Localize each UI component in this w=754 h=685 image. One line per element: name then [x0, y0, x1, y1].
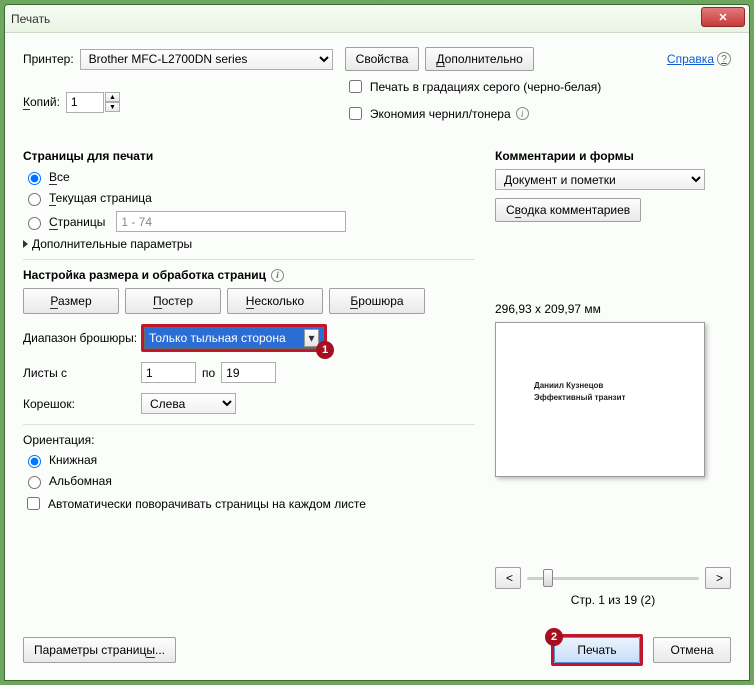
copies-up[interactable]: ▲	[105, 92, 120, 102]
zoom-slider[interactable]	[527, 567, 699, 589]
chevron-right-icon	[23, 240, 28, 248]
print-preview: Даниил Кузнецов Эффективный транзит	[495, 322, 705, 477]
sheets-to-input[interactable]	[221, 362, 276, 383]
window-title: Печать	[11, 12, 50, 26]
help-link[interactable]: Справка ?	[667, 52, 731, 66]
pages-range-radio[interactable]	[28, 217, 41, 230]
preview-text-2: Эффективный транзит	[534, 393, 626, 402]
preview-next-button[interactable]: >	[705, 567, 731, 589]
copies-down[interactable]: ▼	[105, 102, 120, 112]
cancel-button[interactable]: Отмена	[653, 637, 731, 663]
tab-poster[interactable]: Постер	[125, 288, 221, 314]
slider-thumb[interactable]	[543, 569, 553, 587]
more-params-label: Дополнительные параметры	[32, 237, 192, 251]
info-icon: i	[516, 107, 529, 120]
tab-multi[interactable]: Несколько	[227, 288, 323, 314]
tab-size[interactable]: Размер	[23, 288, 119, 314]
pages-title: Страницы для печати	[23, 149, 475, 163]
printer-select[interactable]: Brother MFC-L2700DN series	[80, 49, 333, 70]
close-button[interactable]: ✕	[701, 7, 745, 27]
landscape-label: Альбомная	[49, 474, 112, 488]
print-button[interactable]: Печать	[554, 637, 640, 663]
preview-prev-button[interactable]: <	[495, 567, 521, 589]
spine-select[interactable]: Слева	[141, 393, 236, 414]
tab-booklet[interactable]: Брошюра	[329, 288, 425, 314]
grayscale-label: Печать в градациях серого (черно-белая)	[370, 80, 601, 94]
comments-title: Комментарии и формы	[495, 149, 731, 163]
annotation-badge-1: 1	[316, 341, 334, 359]
copies-label: Копий:	[23, 95, 60, 109]
info-icon: i	[271, 269, 284, 282]
pages-all-radio[interactable]	[28, 172, 41, 185]
pages-current-label: Текущая страница	[49, 191, 152, 205]
preview-text-1: Даниил Кузнецов	[534, 381, 603, 390]
sheets-label: Листы с	[23, 366, 141, 380]
comments-summary-button[interactable]: Сводка комментариев	[495, 198, 641, 222]
help-icon: ?	[717, 52, 731, 66]
autorotate-checkbox[interactable]	[27, 497, 40, 510]
sheets-to-label: по	[202, 366, 215, 380]
grayscale-checkbox[interactable]	[349, 80, 362, 93]
annotation-badge-2: 2	[545, 628, 563, 646]
pages-range-label: Страницы	[49, 215, 105, 229]
comments-select[interactable]: Документ и пометки	[495, 169, 705, 190]
titlebar: Печать ✕	[5, 5, 749, 33]
autorotate-label: Автоматически поворачивать страницы на к…	[48, 497, 366, 511]
printer-label: Принтер:	[23, 52, 74, 66]
ink-checkbox[interactable]	[349, 107, 362, 120]
page-indicator: Стр. 1 из 19 (2)	[495, 593, 731, 607]
sheets-from-input[interactable]	[141, 362, 196, 383]
pages-current-radio[interactable]	[28, 193, 41, 206]
pages-range-input[interactable]	[116, 211, 346, 232]
pages-all-label: Все	[49, 170, 70, 184]
booklet-range-label: Диапазон брошюры:	[23, 331, 141, 345]
landscape-radio[interactable]	[28, 476, 41, 489]
booklet-range-select[interactable]: Только тыльная сторона ▾	[144, 327, 324, 349]
orientation-label: Ориентация:	[23, 433, 475, 447]
sizing-title: Настройка размера и обработка страниц i	[23, 268, 475, 282]
portrait-radio[interactable]	[28, 455, 41, 468]
page-setup-button[interactable]: Параметры страницы...	[23, 637, 176, 663]
spine-label: Корешок:	[23, 397, 141, 411]
ink-label: Экономия чернил/тонера	[370, 107, 511, 121]
preview-dims: 296,93 x 209,97 мм	[495, 302, 731, 316]
advanced-button[interactable]: Дополнительно	[425, 47, 533, 71]
properties-button[interactable]: Свойства	[345, 47, 420, 71]
portrait-label: Книжная	[49, 453, 97, 467]
more-params-toggle[interactable]: Дополнительные параметры	[23, 237, 475, 251]
copies-input[interactable]	[66, 92, 104, 113]
